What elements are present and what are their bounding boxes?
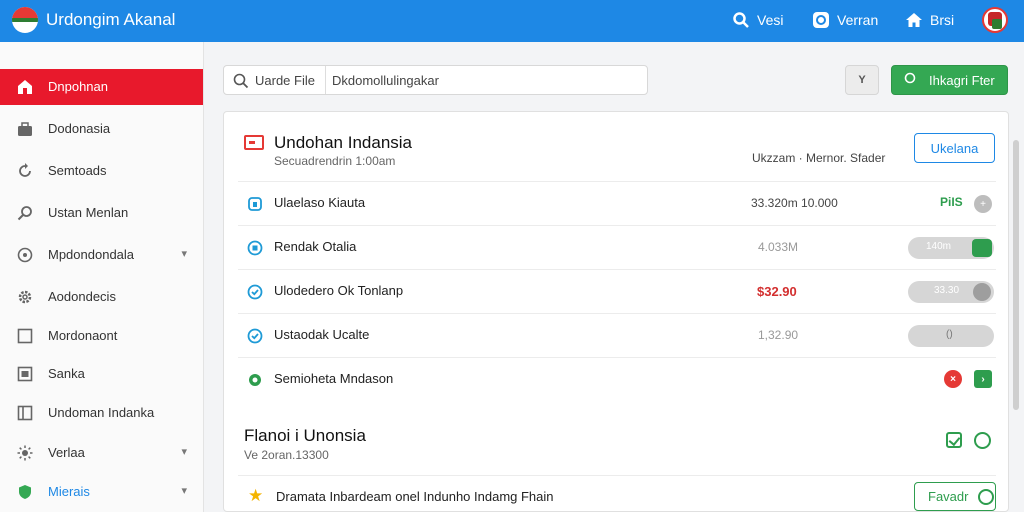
sidebar: Dnpohnan Dodonasia Semtoads Ustan Menlan… — [0, 42, 204, 512]
table-row[interactable]: Rendak Otalia 4.033M 140m — [238, 225, 996, 269]
circle-icon — [978, 488, 995, 505]
search-icon — [16, 204, 34, 222]
square-icon — [16, 327, 34, 345]
search-icon — [732, 11, 750, 29]
check-icon[interactable] — [946, 432, 962, 448]
chevron-down-icon[interactable]: ▾ — [181, 445, 187, 458]
sidebar-item-dnpohnan[interactable]: Dnpohnan — [0, 69, 203, 105]
columns-icon — [16, 404, 34, 422]
search-icon — [233, 73, 249, 89]
lock-icon — [246, 195, 264, 213]
scrollbar[interactable] — [1013, 140, 1019, 410]
row-toggle[interactable]: 140m — [908, 237, 994, 259]
favorite-button[interactable]: Favadr — [914, 482, 996, 511]
circle-icon[interactable] — [974, 432, 991, 449]
shield-icon — [16, 483, 34, 501]
sidebar-item-mordonaont[interactable]: Mordonaont — [0, 318, 203, 354]
row-value: 1,32.90 — [758, 328, 799, 342]
search-divider — [325, 66, 326, 94]
home-icon — [16, 78, 34, 96]
top-home-label: Brsi — [930, 12, 955, 28]
flag-icon — [244, 135, 264, 150]
table-row[interactable]: Ustaodak Ucalte 1,32.90 () — [238, 313, 996, 357]
sidebar-item-mierais[interactable]: Mierais ▾ — [0, 474, 203, 510]
toggle-knob-icon — [973, 283, 991, 301]
divider — [238, 475, 996, 476]
apply-filter-label: Ihkagri Fter — [929, 72, 995, 88]
section-title: Flanoi i Unonsia — [244, 426, 366, 445]
card-action-button[interactable]: Ukelana — [914, 133, 995, 163]
section-subtitle: Ve 2oran.13300 — [244, 448, 329, 462]
sidebar-item-ustan-menlan[interactable]: Ustan Menlan — [0, 195, 203, 231]
filter-button[interactable]: Y — [845, 65, 879, 95]
sidebar-item-dodonasia[interactable]: Dodonasia — [0, 111, 203, 147]
toggle-knob-icon — [972, 239, 992, 257]
row-toggle[interactable]: () — [908, 325, 994, 347]
list-item[interactable]: Dramata Inbardeam onel Indunho Indamg Fh… — [276, 489, 554, 504]
apply-filter-button[interactable]: Ihkagri Fter — [891, 65, 1008, 95]
top-verran-label: Verran — [837, 12, 879, 28]
sidebar-item-undoman-indanka[interactable]: Undoman Indanka — [0, 395, 203, 431]
row-value: 4.033M — [758, 240, 799, 254]
top-home-button[interactable]: Brsi — [905, 9, 954, 31]
table-row[interactable]: Semioheta Mndason × › — [238, 357, 996, 401]
top-search-button[interactable]: Vesi — [732, 9, 783, 31]
sidebar-item-mpdondondala[interactable]: Mpdondondala ▾ — [0, 237, 203, 273]
plus-icon[interactable]: + — [974, 195, 992, 213]
clock-icon — [16, 246, 34, 264]
sidebar-item-aodondecis[interactable]: Aodondecis — [0, 279, 203, 315]
leaf-icon — [246, 371, 264, 389]
search-icon — [904, 72, 917, 88]
search-bar: Uarde File — [223, 65, 648, 95]
row-value: 33.320m 10.000 — [751, 196, 838, 210]
table-row[interactable]: Ulodedero Ok Tonlanp $32.90 33.30 — [238, 269, 996, 313]
search-input[interactable] — [332, 67, 642, 93]
sidebar-item-sanka[interactable]: Sanka — [0, 356, 203, 392]
circle-badge-icon — [812, 11, 830, 29]
sidebar-item-verlaa[interactable]: Verlaa ▾ — [0, 435, 203, 471]
check-circle-icon — [246, 283, 264, 301]
refresh-icon — [16, 162, 34, 180]
star-icon: ★ — [248, 486, 264, 505]
main-card: Undohan Indansia Secuadrendrin 1:00am Uk… — [223, 111, 1009, 512]
app-title: Urdongim Akanal — [46, 10, 176, 29]
chevron-right-icon[interactable]: › — [974, 370, 992, 388]
chevron-down-icon[interactable]: ▾ — [181, 247, 187, 260]
briefcase-icon — [16, 120, 34, 138]
search-scope-label[interactable]: Uarde File — [255, 73, 315, 88]
sidebar-item-semtoads[interactable]: Semtoads — [0, 153, 203, 189]
home-icon — [905, 11, 923, 29]
top-search-label: Vesi — [757, 12, 784, 28]
window-icon — [16, 365, 34, 383]
app-logo-icon — [12, 7, 38, 33]
check-circle-icon — [246, 327, 264, 345]
row-value: $32.90 — [757, 284, 797, 299]
gear-icon — [16, 288, 34, 306]
user-avatar[interactable] — [982, 7, 1008, 33]
card-title: Undohan Indansia — [274, 133, 413, 152]
row-toggle[interactable]: 33.30 — [908, 281, 994, 303]
status-badge: PiIS — [940, 195, 963, 209]
chevron-down-icon[interactable]: ▾ — [181, 484, 187, 497]
top-app-bar: Urdongim Akanal Vesi Verran Brsi — [0, 0, 1024, 42]
table-row[interactable]: Ulaelaso Kiauta 33.320m 10.000 PiIS + — [238, 181, 996, 225]
top-verran-button[interactable]: Verran — [812, 9, 878, 31]
sun-icon — [16, 444, 34, 462]
badge-icon — [246, 239, 264, 257]
card-meta: Ukzzam · Mernor. Sfader — [752, 151, 886, 165]
close-icon[interactable]: × — [944, 370, 962, 388]
card-subtitle: Secuadrendrin 1:00am — [274, 154, 396, 168]
